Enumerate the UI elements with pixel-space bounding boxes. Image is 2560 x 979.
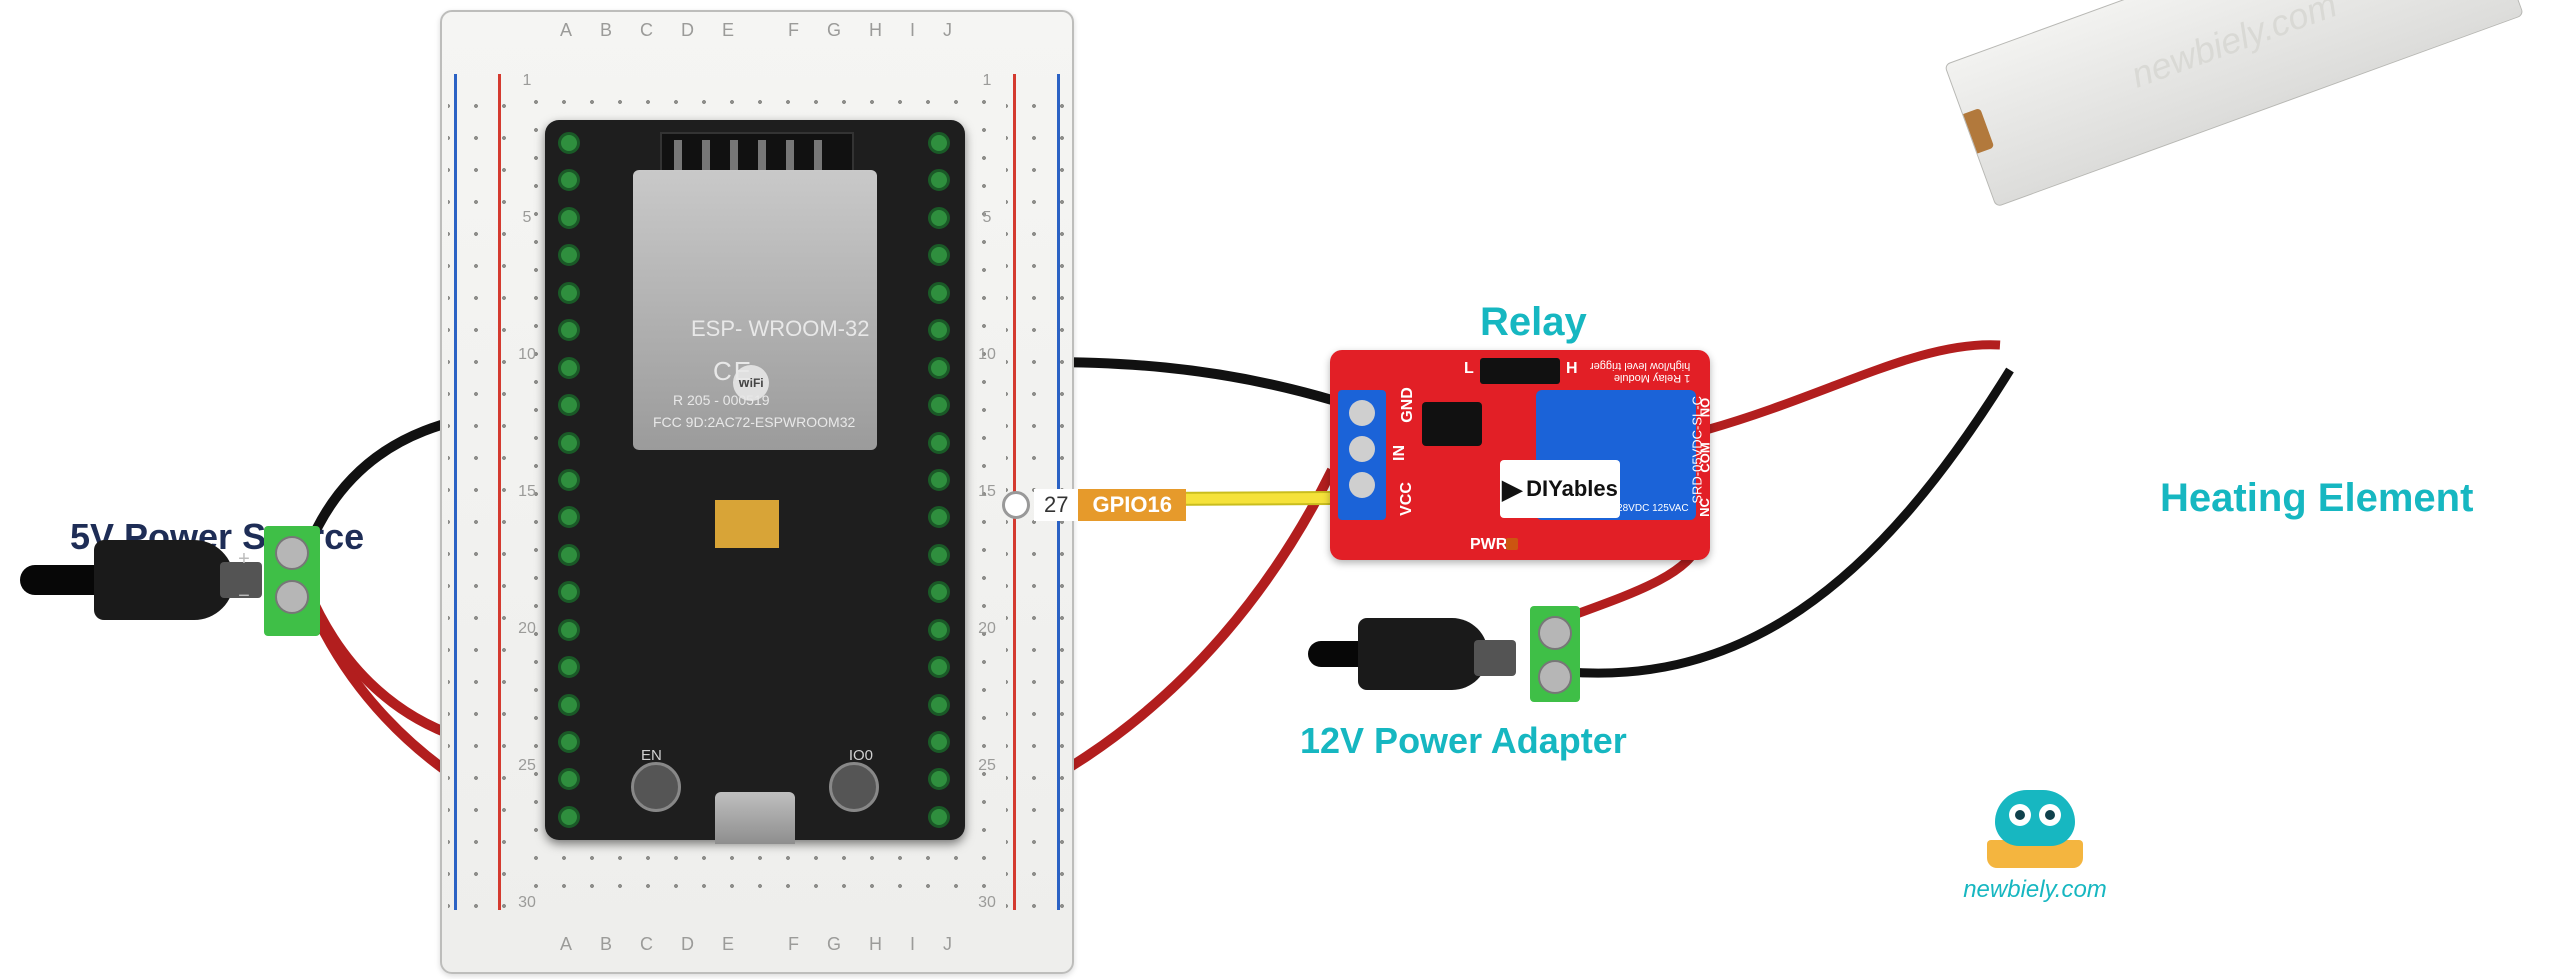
screw-icon (1538, 616, 1572, 650)
esp32-metal-shield: WiFi ESP- WROOM-32 CE R 205 - 000519 FCC… (633, 170, 877, 450)
relay-pwr-led-label: PWR (1470, 536, 1507, 554)
logo-text: newbiely.com (1955, 876, 2115, 904)
breadboard-col-labels-top: A B C D E F G H I J (442, 20, 1072, 50)
esp32-ce-mark: CE (713, 356, 753, 387)
esp32-cert-line2: FCC 9D:2AC72-ESPWROOM32 (653, 414, 855, 430)
esp32-en-button (631, 762, 681, 812)
esp32-capacitor-icon (715, 500, 779, 548)
barrel-plug-icon (1358, 618, 1488, 690)
wiring-diagram: https:// newbiely.com A B C D E F G H I … (0, 0, 2560, 979)
diyables-logo: ▶ DIYables (1500, 460, 1620, 518)
screw-icon (1349, 400, 1375, 426)
relay-jumper-h: H (1566, 360, 1578, 378)
barrel-plug-icon (94, 540, 234, 620)
esp32-io0-label: IO0 (849, 747, 873, 764)
relay-pwr-led-icon (1506, 538, 1518, 550)
dc-barrel-5v (20, 540, 234, 620)
wire-relay-no-to-heater (1706, 345, 2000, 430)
esp32-micro-usb (715, 792, 795, 844)
esp32-model-text: ESP- WROOM-32 (691, 316, 869, 342)
relay-in-label: IN (1391, 445, 1409, 461)
label-12v-adapter: 12V Power Adapter (1300, 720, 1627, 762)
relay-vcc-label: VCC (1398, 482, 1416, 516)
relay-no-label: NO (1697, 398, 1712, 418)
gpio-pin-callout: 27 GPIO16 (1002, 486, 1186, 524)
label-relay: Relay (1480, 300, 1587, 345)
pin-name: GPIO16 (1078, 489, 1185, 521)
esp32-en-label: EN (641, 747, 662, 764)
plus-icon: + (238, 548, 250, 571)
minus-icon: − (238, 585, 250, 608)
relay-com-label: COM (1697, 442, 1712, 472)
esp32-cert-line1: R 205 - 000519 (673, 392, 770, 408)
breadboard-row-numbers-right: 1 5 10 15 20 25 30 (972, 72, 1002, 912)
owl-icon (1985, 790, 2085, 870)
screw-icon (1538, 660, 1572, 694)
screw-icon (275, 580, 309, 614)
esp32-pin-header-left (549, 130, 591, 830)
screw-terminal-12v (1530, 606, 1580, 702)
screw-terminal-5v (264, 526, 320, 636)
relay-gnd-label: GND (1399, 387, 1417, 423)
heating-element: newbiely.com (1944, 0, 2524, 207)
relay-jumper-l: L (1464, 360, 1474, 378)
breadboard-left-power-holes (448, 76, 508, 908)
relay-input-terminal (1338, 390, 1386, 520)
barrel-cable-icon (1308, 641, 1364, 667)
barrel-cable-icon (20, 565, 100, 595)
breadboard-row-numbers-left: 1 5 10 15 20 25 30 (512, 72, 542, 912)
pin-dot-icon (1002, 491, 1030, 519)
heater-lead-pad-icon (1944, 108, 1994, 163)
relay-trigger-jumper (1480, 358, 1560, 384)
heater-watermark: newbiely.com (2126, 0, 2343, 96)
relay-module-text: 1 Relay Module high/low level trigger (1590, 360, 1690, 384)
pin-number: 27 (1034, 489, 1078, 521)
barrel-5v-polarity: + − (226, 548, 262, 608)
screw-icon (1349, 472, 1375, 498)
esp32-board: C WiFi ESP- WROOM-32 CE R 205 - 000519 F… (545, 120, 965, 840)
relay-module: GND IN VCC L H SRD-05VDC-SL-C 10A 30VDC … (1330, 350, 1710, 560)
screw-icon (275, 536, 309, 570)
label-heating-element: Heating Element (2160, 476, 2473, 521)
breadboard-col-labels-bottom: A B C D E F G H I J (442, 934, 1072, 964)
relay-nc-label: NC (1697, 498, 1712, 517)
screw-icon (1349, 436, 1375, 462)
relay-optocoupler-icon (1422, 402, 1482, 446)
dc-barrel-12v (1308, 606, 1538, 702)
esp32-pin-header-right (919, 130, 961, 830)
newbiely-logo: newbiely.com (1955, 790, 2115, 904)
esp32-io0-button (829, 762, 879, 812)
